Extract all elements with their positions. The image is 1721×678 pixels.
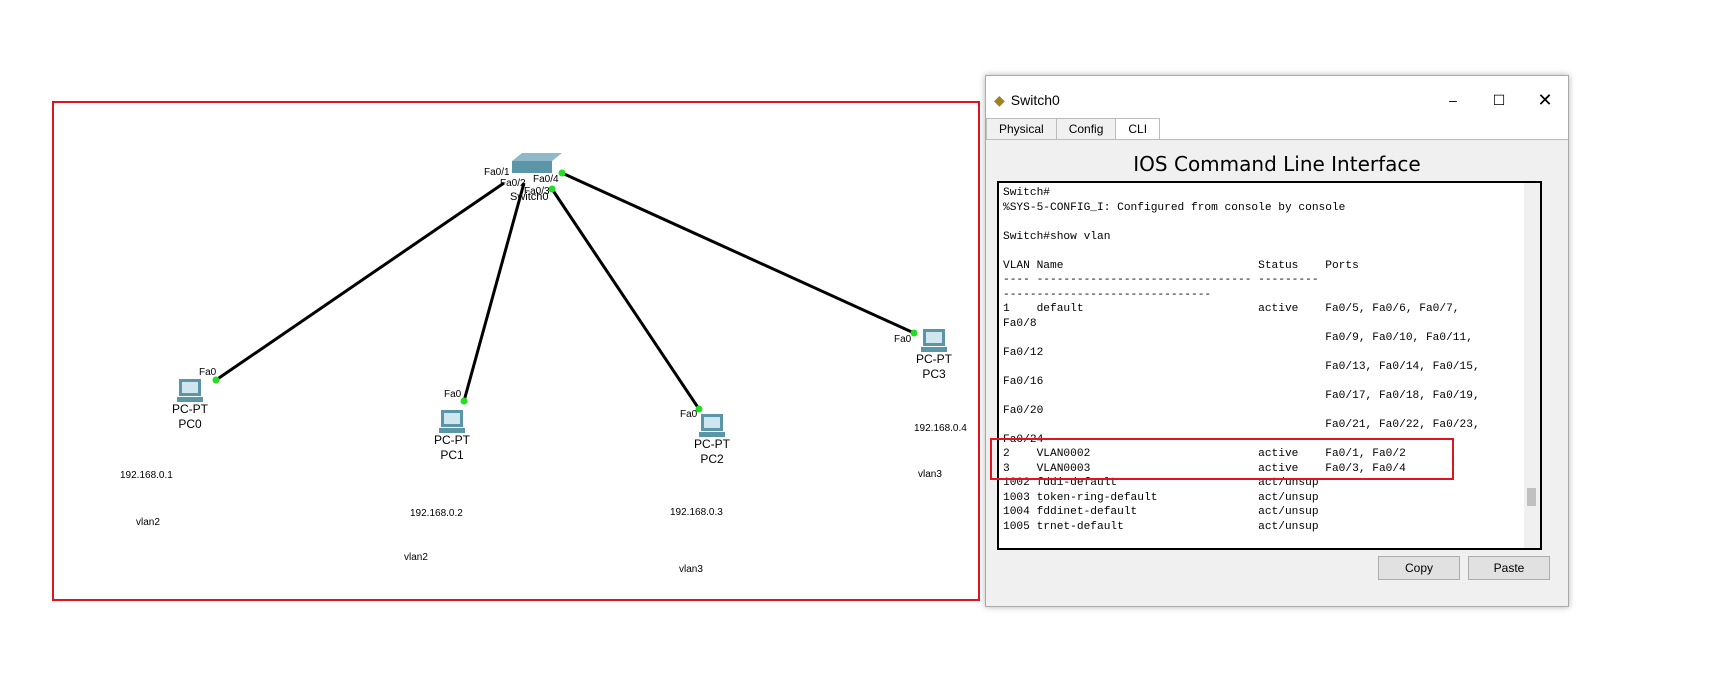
link-pc3 bbox=[561, 171, 915, 335]
tab-cli[interactable]: CLI bbox=[1115, 118, 1161, 139]
port-label: Fa0 bbox=[199, 367, 217, 378]
pc-icon bbox=[919, 328, 949, 352]
device-pc2[interactable]: PC-PT PC2 bbox=[694, 413, 730, 467]
link-pc1 bbox=[462, 182, 526, 402]
port-label: Fa0/2 bbox=[500, 178, 526, 189]
ip-note[interactable]: 192.168.0.2 bbox=[410, 508, 463, 519]
switch-window: ◆ Switch0 – ☐ ✕ Physical Config CLI IOS … bbox=[985, 75, 1569, 607]
link-pc2 bbox=[550, 188, 701, 410]
vlan-note[interactable]: vlan3 bbox=[918, 469, 942, 480]
switch-icon: ◆ bbox=[994, 91, 1005, 108]
highlight-box bbox=[990, 438, 1454, 480]
pc-icon bbox=[175, 378, 205, 402]
port-label: Fa0 bbox=[680, 409, 698, 420]
copy-button[interactable]: Copy bbox=[1378, 556, 1460, 580]
scrollbar[interactable] bbox=[1524, 183, 1540, 548]
cli-heading: IOS Command Line Interface bbox=[1133, 152, 1421, 176]
cli-terminal[interactable]: Switch# %SYS-5-CONFIG_I: Configured from… bbox=[997, 181, 1542, 550]
paste-button[interactable]: Paste bbox=[1468, 556, 1550, 580]
vlan-note[interactable]: vlan2 bbox=[136, 517, 160, 528]
port-label: Fa0 bbox=[894, 334, 912, 345]
ip-note[interactable]: 192.168.0.1 bbox=[120, 470, 173, 481]
topology-canvas[interactable]: Fa0/1 Fa0/2 Fa0/3 Fa0/4 Switch0 PC-PT PC0… bbox=[52, 101, 980, 601]
port-label: Fa0/4 bbox=[533, 174, 559, 185]
port-label: Fa0/1 bbox=[484, 167, 510, 178]
maximize-button[interactable]: ☐ bbox=[1476, 92, 1522, 109]
vlan-note[interactable]: vlan2 bbox=[404, 552, 428, 563]
device-pc3[interactable]: PC-PT PC3 bbox=[916, 328, 952, 382]
tab-config[interactable]: Config bbox=[1055, 118, 1117, 139]
ip-note[interactable]: 192.168.0.4 bbox=[914, 423, 967, 434]
port-label: Fa0 bbox=[444, 389, 462, 400]
terminal-output: Switch# %SYS-5-CONFIG_I: Configured from… bbox=[1003, 187, 1480, 533]
link-pc0 bbox=[215, 181, 505, 382]
minimize-button[interactable]: – bbox=[1430, 92, 1476, 108]
tab-physical[interactable]: Physical bbox=[986, 118, 1057, 139]
close-button[interactable]: ✕ bbox=[1522, 90, 1568, 111]
device-pc0[interactable]: PC-PT PC0 bbox=[172, 378, 208, 432]
switch-name: Switch0 bbox=[510, 191, 549, 203]
device-pc1[interactable]: PC-PT PC1 bbox=[434, 409, 470, 463]
switch-icon bbox=[512, 153, 562, 173]
ip-note[interactable]: 192.168.0.3 bbox=[670, 507, 723, 518]
pc-icon bbox=[437, 409, 467, 433]
vlan-note[interactable]: vlan3 bbox=[679, 564, 703, 575]
window-title: Switch0 bbox=[1010, 92, 1060, 108]
pc-icon bbox=[697, 413, 727, 437]
